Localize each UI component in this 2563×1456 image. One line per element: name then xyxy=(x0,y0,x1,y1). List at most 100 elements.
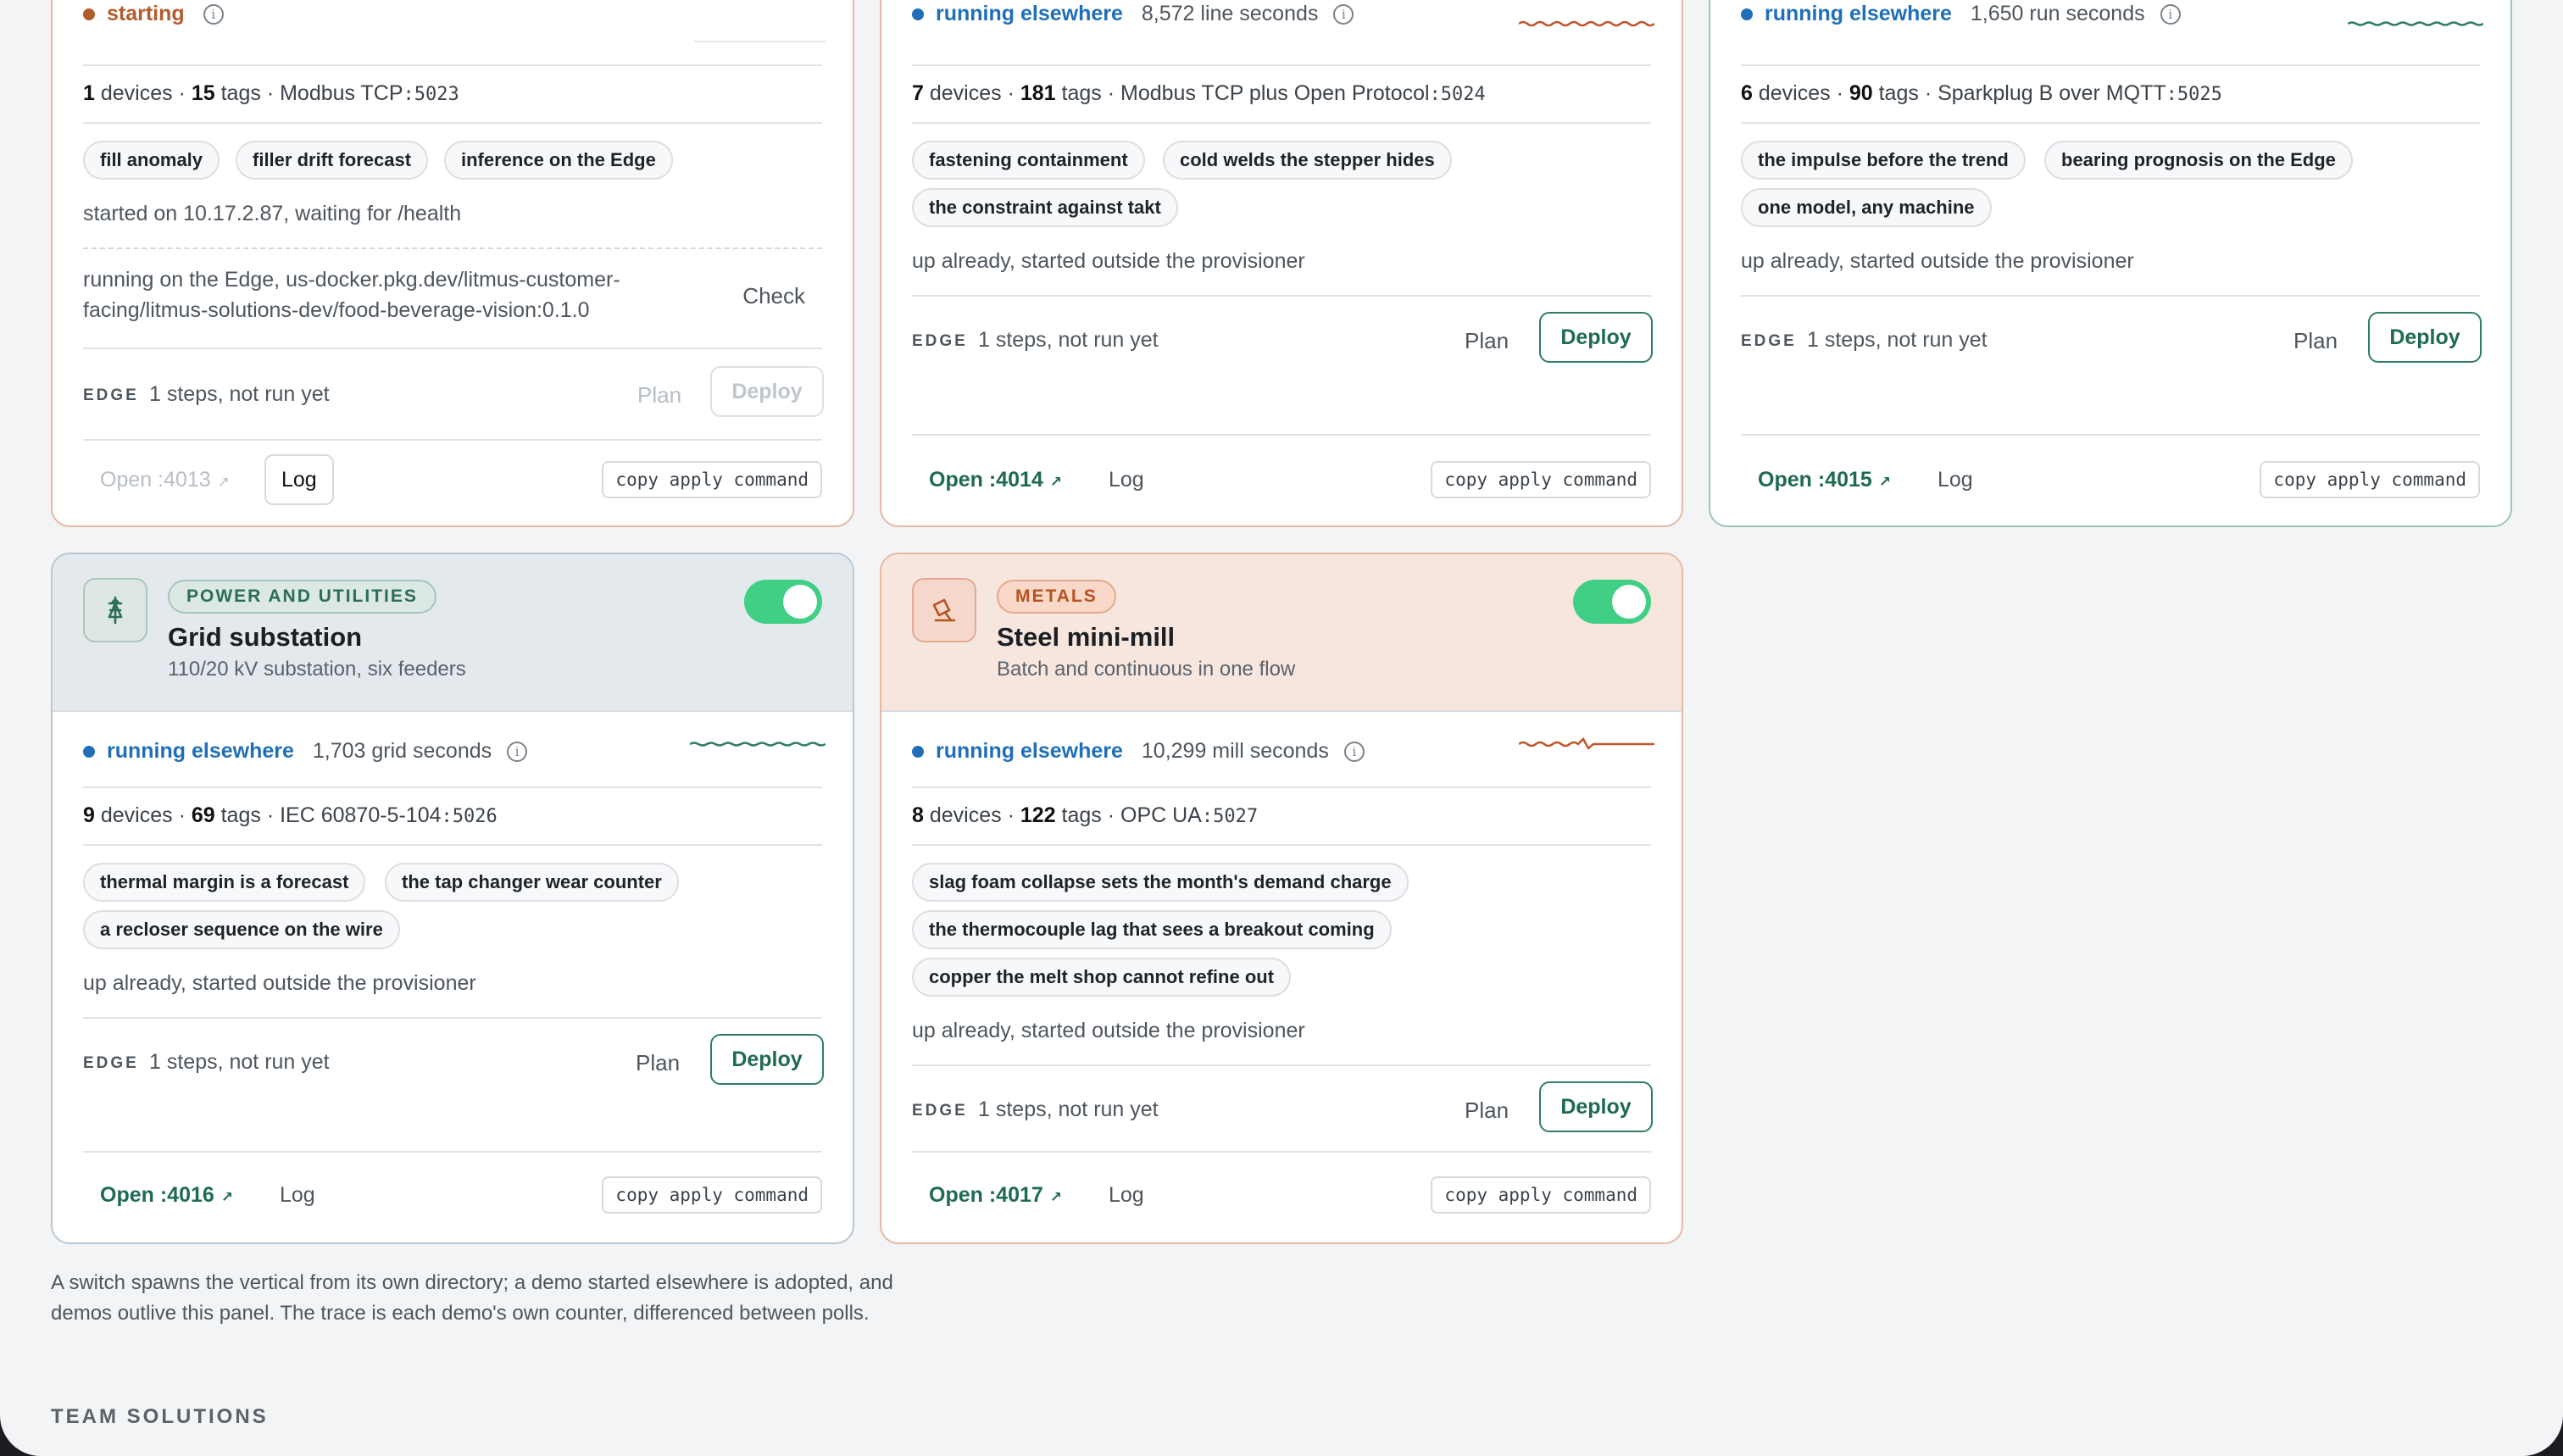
activity-sparkline xyxy=(1519,20,1654,27)
log-button[interactable]: Log xyxy=(1109,1183,1144,1208)
deploy-button[interactable]: Deploy xyxy=(710,366,824,417)
info-icon[interactable]: i xyxy=(1343,741,1365,762)
protocol: IEC 60870-5-104 xyxy=(280,803,442,827)
plan-button[interactable]: Plan xyxy=(637,382,681,408)
sector-badge: POWER AND UTILITIES xyxy=(168,580,436,614)
divider xyxy=(83,786,822,788)
sparkline-trace xyxy=(1519,20,1654,27)
status-note: up already, started outside the provisio… xyxy=(1741,249,2134,273)
divider xyxy=(1741,64,2480,66)
divider xyxy=(83,1017,822,1019)
sparkline-trace xyxy=(1519,736,1654,750)
open-link[interactable]: Open :4014 ↗ xyxy=(929,468,1062,492)
toggle-knob xyxy=(783,585,817,619)
open-link[interactable]: Open :4016 ↗ xyxy=(100,1183,233,1208)
use-case-chip: bearing prognosis on the Edge xyxy=(2044,141,2353,180)
use-case-chip: the impulse before the trend xyxy=(1741,141,2026,180)
sparkline-placeholder xyxy=(693,41,826,42)
plan-button[interactable]: Plan xyxy=(1465,328,1509,354)
status-dot xyxy=(83,745,95,758)
plan-button[interactable]: Plan xyxy=(2293,328,2338,354)
counter: 1,650 run seconds xyxy=(1970,2,2145,25)
status-text: running elsewhere xyxy=(107,739,294,763)
copy-apply-command-button[interactable]: copy apply command xyxy=(2260,461,2480,498)
copy-apply-command-button[interactable]: copy apply command xyxy=(602,461,822,498)
log-button[interactable]: Log xyxy=(1938,468,1973,492)
external-arrow-icon: ↗ xyxy=(1049,1189,1063,1205)
dashed-divider xyxy=(83,247,822,249)
device-count: 1 xyxy=(83,81,95,105)
sector-badge: METALS xyxy=(997,580,1116,614)
external-arrow-icon: ↗ xyxy=(1878,474,1892,490)
open-link[interactable]: Open :4017 ↗ xyxy=(929,1183,1062,1208)
use-case-chip: one model, any machine xyxy=(1741,188,1992,227)
plan-button[interactable]: Plan xyxy=(1465,1098,1509,1124)
info-icon[interactable]: i xyxy=(1333,3,1354,25)
edge-label: EDGE xyxy=(83,386,139,404)
status-text: running elsewhere xyxy=(936,739,1123,763)
divider xyxy=(912,122,1651,124)
panel-footnote: A switch spawns the vertical from its ow… xyxy=(51,1271,893,1325)
status-text: running elsewhere xyxy=(936,2,1123,25)
log-button[interactable]: Log xyxy=(280,1183,315,1208)
enable-toggle[interactable] xyxy=(744,580,822,624)
plan-button[interactable]: Plan xyxy=(636,1050,680,1076)
solution-card-grid-substation: POWER AND UTILITIES Grid substation 110/… xyxy=(51,553,854,1244)
divider xyxy=(1741,122,2480,124)
card-header: METALS Steel mini-mill Batch and continu… xyxy=(881,554,1682,712)
check-button[interactable]: Check xyxy=(742,283,805,309)
tags-label: tags xyxy=(1878,81,1919,105)
divider xyxy=(1741,434,2480,436)
solution-card-discrete: running elsewhere 1,650 run seconds i 6 … xyxy=(1709,0,2512,527)
copy-apply-command-button[interactable]: copy apply command xyxy=(602,1176,822,1214)
deploy-button[interactable]: Deploy xyxy=(710,1034,824,1085)
status-text: running elsewhere xyxy=(1765,2,1952,25)
open-link[interactable]: Open :4013 ↗ xyxy=(100,468,230,492)
deploy-button[interactable]: Deploy xyxy=(2368,312,2482,363)
port: :5027 xyxy=(1201,806,1259,827)
external-arrow-icon: ↗ xyxy=(217,474,230,490)
protocol: Sparkplug B over MQTT xyxy=(1938,81,2166,105)
solution-card-automotive: running elsewhere 8,572 line seconds i 7… xyxy=(880,0,1683,527)
protocol: Modbus TCP xyxy=(280,81,403,105)
divider xyxy=(1741,295,2480,297)
port: :5026 xyxy=(441,806,498,827)
edge-label: EDGE xyxy=(1741,332,1797,350)
card-title: Steel mini-mill xyxy=(997,622,1176,652)
status-row: running elsewhere 10,299 mill seconds i xyxy=(912,739,1365,764)
use-case-chip: inference on the Edge xyxy=(444,141,673,180)
devices-label: devices xyxy=(929,81,1002,105)
external-arrow-icon: ↗ xyxy=(220,1189,234,1205)
info-icon[interactable]: i xyxy=(507,741,528,762)
log-button[interactable]: Log xyxy=(1109,468,1144,492)
log-button[interactable]: Log xyxy=(264,454,334,505)
protocol: Modbus TCP plus Open Protocol xyxy=(1120,81,1430,105)
toggle-knob xyxy=(1612,585,1646,619)
tag-count: 181 xyxy=(1020,81,1056,105)
deploy-button[interactable]: Deploy xyxy=(1539,312,1653,363)
deploy-button[interactable]: Deploy xyxy=(1539,1081,1653,1132)
enable-toggle[interactable] xyxy=(1573,580,1651,624)
device-count: 6 xyxy=(1741,81,1753,105)
use-case-chip: filler drift forecast xyxy=(236,141,429,180)
edge-steps: 1 steps, not run yet xyxy=(149,1050,330,1074)
use-case-chip: the constraint against takt xyxy=(912,188,1178,227)
tag-count: 15 xyxy=(191,81,215,105)
divider xyxy=(912,1151,1651,1153)
status-dot xyxy=(912,8,924,20)
status-dot xyxy=(1741,8,1753,20)
open-link[interactable]: Open :4015 ↗ xyxy=(1758,468,1891,492)
divider xyxy=(83,844,822,846)
open-label: Open :4015 xyxy=(1758,468,1872,492)
copy-apply-command-button[interactable]: copy apply command xyxy=(1431,461,1651,498)
divider xyxy=(83,122,822,124)
device-summary: 9 devices · 69 tags · IEC 60870-5-104:50… xyxy=(83,803,498,827)
use-case-chip: the thermocouple lag that sees a breakou… xyxy=(912,910,1392,949)
tags-label: tags xyxy=(220,81,261,105)
protocol: OPC UA xyxy=(1120,803,1202,827)
info-icon[interactable]: i xyxy=(2160,3,2181,25)
info-icon[interactable]: i xyxy=(203,3,224,25)
activity-sparkline xyxy=(1519,736,1654,750)
ladle-icon xyxy=(912,578,976,642)
copy-apply-command-button[interactable]: copy apply command xyxy=(1431,1176,1651,1214)
